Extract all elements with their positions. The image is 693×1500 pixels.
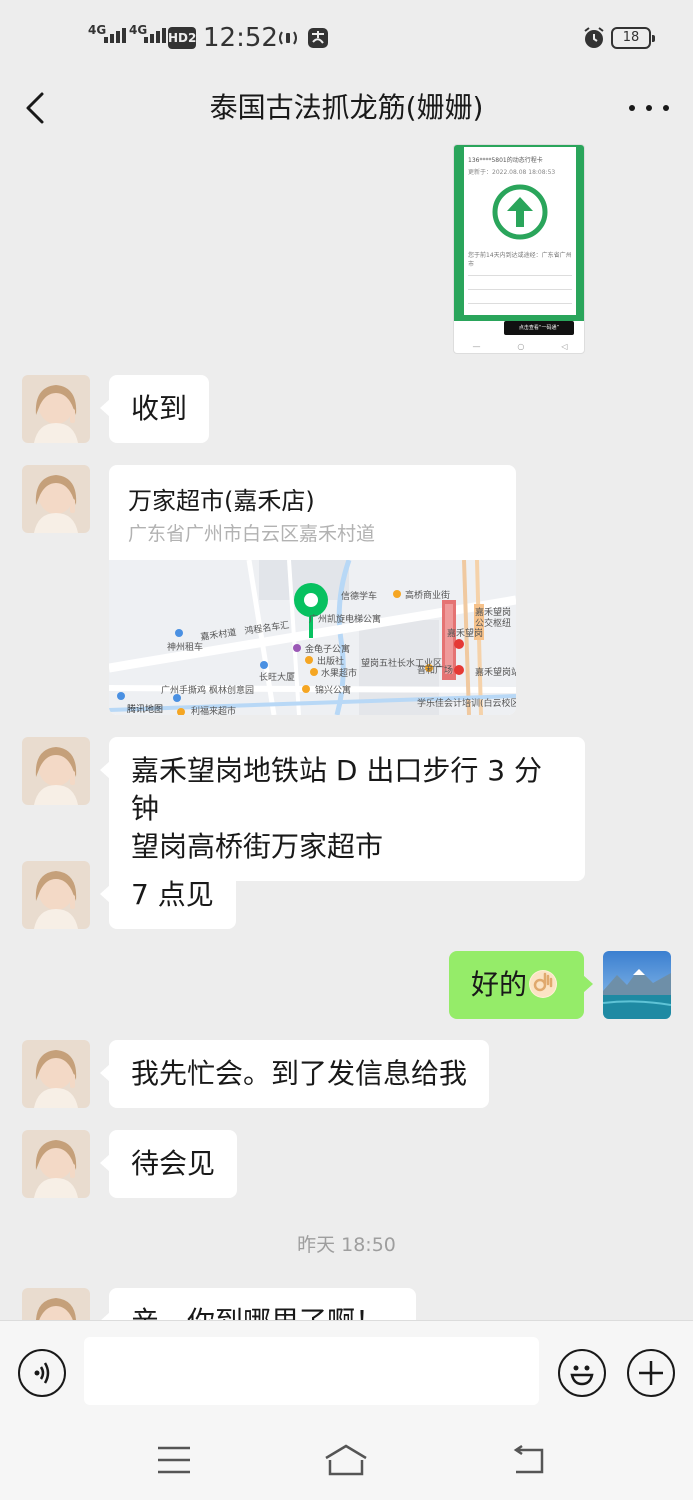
- input-bar: [0, 1320, 693, 1424]
- message-bubble[interactable]: 收到: [99, 375, 210, 443]
- status-time: 12:52: [203, 23, 278, 53]
- map-label: 水果超市: [321, 667, 357, 679]
- ok-hand-emoji-icon: [529, 970, 558, 998]
- map-label: 嘉禾望岗站: [475, 666, 516, 678]
- map-label: 高桥商业街: [405, 589, 450, 601]
- location-map: 信德学车 高桥商业街 嘉禾望岗 公交枢纽 嘉禾村道 鸿程名车汇 神州租车 广州凯…: [109, 559, 516, 715]
- message-bubble[interactable]: 7 点见: [100, 861, 236, 929]
- map-label: 广州手撕鸡: [161, 684, 206, 696]
- map-label: 长旺大厦: [259, 671, 295, 683]
- menu-icon[interactable]: [156, 1444, 192, 1476]
- plus-icon: [639, 1361, 663, 1385]
- message-input[interactable]: [84, 1337, 539, 1405]
- nfc-icon: [276, 26, 300, 50]
- emoji-icon: [570, 1365, 594, 1386]
- chat-screen: 4G 4G HD2 12:52 18 泰国古法抓龙筋(姗姗) 136****58…: [0, 0, 693, 1500]
- avatar[interactable]: [22, 1040, 90, 1108]
- up-arrow-icon: [492, 184, 548, 240]
- hd-icon: HD2: [168, 27, 196, 49]
- image-message[interactable]: 136****5801的动态行程卡 更新于：2022.08.08 18:08:5…: [453, 144, 585, 354]
- map-label: 公交枢纽: [475, 617, 511, 629]
- map-label: 嘉禾望岗: [475, 606, 511, 618]
- system-nav-bar: [0, 1424, 693, 1500]
- signal-icon-1: [104, 28, 126, 43]
- message-bubble[interactable]: 嘉禾望岗地铁站 D 出口步行 3 分钟 望岗高桥街万家超市: [100, 737, 585, 881]
- avatar[interactable]: [22, 465, 90, 533]
- map-label: 出版社: [317, 655, 344, 667]
- map-label: 枫林创意园: [209, 684, 254, 696]
- map-label: 神州租车: [167, 641, 203, 653]
- voice-icon: [34, 1362, 50, 1384]
- avatar[interactable]: [22, 375, 90, 443]
- add-button[interactable]: [627, 1349, 675, 1397]
- back-nav-icon[interactable]: [508, 1444, 548, 1476]
- avatar[interactable]: [22, 737, 90, 805]
- back-arrow-icon: [26, 92, 44, 124]
- map-label: 锦兴公寓: [315, 684, 351, 696]
- map-label: 嘉禾望岗: [447, 627, 483, 639]
- avatar[interactable]: [22, 1130, 90, 1198]
- map-label: 信德学车: [341, 590, 377, 602]
- card-line-3: 您于前14天内到达或途经：广东省广州市: [468, 252, 572, 268]
- card-line-1: 136****5801的动态行程卡: [468, 157, 543, 164]
- map-label: 广州凯旋电梯公寓: [309, 613, 381, 625]
- emoji-button[interactable]: [558, 1349, 606, 1397]
- avatar[interactable]: [22, 861, 90, 929]
- voice-button[interactable]: [18, 1349, 66, 1397]
- more-options-button[interactable]: [629, 90, 669, 126]
- chat-title: 泰国古法抓龙筋(姗姗): [209, 91, 484, 124]
- alarm-icon: [582, 26, 606, 50]
- avatar[interactable]: [22, 1288, 90, 1320]
- card-footer: 点击查看“一码通”: [504, 321, 574, 335]
- message-bubble[interactable]: 我先忙会。到了发信息给我: [99, 1040, 490, 1108]
- message-text: 好的: [471, 968, 528, 1001]
- message-line: 嘉禾望岗地铁站 D 出口步行 3 分钟: [131, 754, 542, 825]
- map-label: 学乐佳会计培训(白云校区): [417, 697, 516, 709]
- map-brand: 腾讯地图: [127, 703, 163, 715]
- location-address: 广东省广州市白云区嘉禾村道: [128, 523, 376, 545]
- back-button[interactable]: [18, 90, 54, 126]
- timestamp: 昨天 18:50: [297, 1234, 396, 1256]
- home-icon[interactable]: [322, 1442, 370, 1478]
- location-message[interactable]: 万家超市(嘉禾店) 广东省广州市白云区嘉禾村道 信德学车 高桥商业街 嘉禾望岗 …: [109, 465, 516, 715]
- map-label: 利福来超市: [191, 705, 236, 715]
- title-bar: 泰国古法抓龙筋(姗姗): [0, 72, 693, 144]
- signal-icon-2: [144, 28, 166, 43]
- map-label: 金龟子公寓: [305, 643, 350, 655]
- status-bar: 4G 4G HD2 12:52 18: [0, 0, 693, 72]
- card-line-2: 更新于：2022.08.08 18:08:53: [468, 169, 556, 176]
- message-bubble[interactable]: 待会见: [99, 1130, 238, 1198]
- battery-icon: 18: [611, 27, 655, 49]
- my-avatar[interactable]: [603, 951, 671, 1019]
- my-message-bubble[interactable]: 好的: [449, 951, 593, 1019]
- message-list[interactable]: 136****5801的动态行程卡 更新于：2022.08.08 18:08:5…: [0, 144, 693, 1320]
- alipay-icon: [306, 26, 330, 50]
- message-bubble[interactable]: 亲，你到哪里了啊！: [100, 1288, 416, 1320]
- map-label: 普和广场: [417, 664, 453, 676]
- location-name: 万家超市(嘉禾店): [128, 487, 315, 515]
